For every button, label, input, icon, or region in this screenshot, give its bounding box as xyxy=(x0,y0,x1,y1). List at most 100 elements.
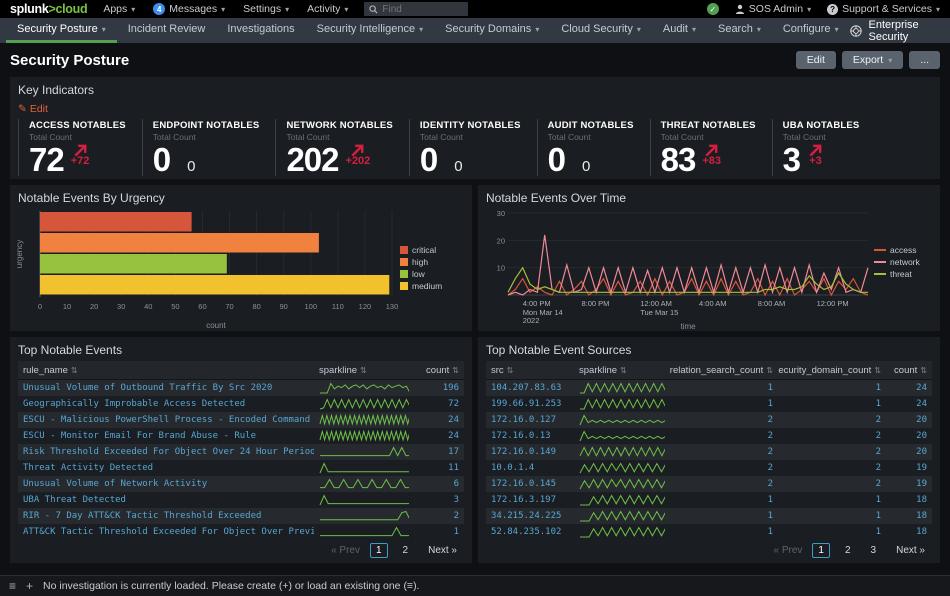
cell-rule-name[interactable]: UBA Threat Detected xyxy=(18,495,314,505)
drilldown-link[interactable]: Unusual Volume of Network Activity xyxy=(23,479,207,489)
cell-rule-name[interactable]: Risk Threshold Exceeded For Object Over … xyxy=(18,447,314,457)
overtime-line-chart[interactable]: 1020304:00 PMMon Mar 1420228:00 PM12:00 … xyxy=(482,207,874,331)
nav-tab-investigations[interactable]: Investigations xyxy=(216,18,305,43)
column-header-rule-name[interactable]: rule_name⇅ xyxy=(18,365,314,376)
drilldown-link[interactable]: ATT&CK Tactic Threshold Exceeded For Obj… xyxy=(23,527,314,537)
pager-next[interactable]: Next » xyxy=(423,544,462,557)
drilldown-link[interactable]: ESCU - Malicious PowerShell Process - En… xyxy=(23,415,314,425)
pager-page-3[interactable]: 3 xyxy=(866,544,882,557)
cell-src[interactable]: 172.16.3.197 xyxy=(486,495,574,505)
drilldown-link[interactable]: Unusual Volume of Outbound Traffic By Sr… xyxy=(23,383,272,393)
pager-page-1[interactable]: 1 xyxy=(812,543,830,558)
find-search[interactable] xyxy=(364,2,468,16)
column-header-count[interactable]: count⇅ xyxy=(414,365,464,376)
health-status-icon[interactable]: ✓ xyxy=(707,3,719,15)
cell-rule-name[interactable]: ATT&CK Tactic Threshold Exceeded For Obj… xyxy=(18,527,314,537)
cell-rule-name[interactable]: ESCU - Malicious PowerShell Process - En… xyxy=(18,415,314,425)
cell-value: 20 xyxy=(916,447,927,457)
cell-rule-name[interactable]: ESCU - Monitor Email For Brand Abuse - R… xyxy=(18,431,314,441)
cell-src[interactable]: 172.16.0.127 xyxy=(486,415,574,425)
topbar-menu-activity[interactable]: Activity▾ xyxy=(307,3,348,15)
topbar-menu-settings[interactable]: Settings▾ xyxy=(243,3,289,15)
nav-tab-security-intelligence[interactable]: Security Intelligence▾ xyxy=(306,18,434,43)
cell-rule-name[interactable]: Geographically Improbable Access Detecte… xyxy=(18,399,314,409)
pager-next[interactable]: Next » xyxy=(891,544,930,557)
sparkline-chart xyxy=(579,478,665,490)
pager-prev[interactable]: « Prev xyxy=(331,545,360,556)
add-investigation-icon[interactable]: + xyxy=(26,579,33,593)
cell-count: 20 xyxy=(886,415,932,425)
nav-tab-incident-review[interactable]: Incident Review xyxy=(117,18,217,43)
drilldown-link[interactable]: Geographically Improbable Access Detecte… xyxy=(23,399,245,409)
investigations-list-icon[interactable]: ≡ xyxy=(9,579,16,593)
drilldown-link[interactable]: UBA Threat Detected xyxy=(23,495,126,505)
cell-correlation-search-count: 2 xyxy=(670,463,778,473)
cell-src[interactable]: 104.207.83.63 xyxy=(486,383,574,393)
cell-rule-name[interactable]: Unusual Volume of Outbound Traffic By Sr… xyxy=(18,383,314,393)
column-header-correlation-search-count[interactable]: correlation_search_count⇅ xyxy=(670,365,778,376)
nav-tab-security-posture[interactable]: Security Posture▾ xyxy=(6,18,117,43)
drilldown-link[interactable]: RIR - 7 Day ATT&CK Tactic Threshold Exce… xyxy=(23,511,261,521)
cell-value: 20 xyxy=(916,415,927,425)
cell-src[interactable]: 34.215.24.225 xyxy=(486,511,574,521)
cell-value: 2 xyxy=(768,431,773,441)
column-header-count[interactable]: count⇅ xyxy=(886,365,932,376)
pager-page-2[interactable]: 2 xyxy=(398,544,414,557)
column-header-security-domain-count[interactable]: security_domain_count⇅ xyxy=(778,365,886,376)
nav-tab-audit[interactable]: Audit▾ xyxy=(652,18,707,43)
user-menu[interactable]: SOS Admin▾ xyxy=(735,3,811,15)
svg-text:8:00 AM: 8:00 AM xyxy=(758,299,786,308)
topbar-menu-messages[interactable]: 4Messages▾ xyxy=(153,3,225,15)
drilldown-link[interactable]: 34.215.24.225 xyxy=(491,511,561,521)
pager-page-1[interactable]: 1 xyxy=(370,543,388,558)
cell-rule-name[interactable]: Unusual Volume of Network Activity xyxy=(18,479,314,489)
drilldown-link[interactable]: 172.16.3.197 xyxy=(491,495,556,505)
edit-button[interactable]: Edit xyxy=(796,51,836,69)
drilldown-link[interactable]: Threat Activity Detected xyxy=(23,463,153,473)
cell-src[interactable]: 172.16.0.13 xyxy=(486,431,574,441)
column-header-sparkline[interactable]: sparkline⇅ xyxy=(574,365,670,376)
cell-src[interactable]: 172.16.0.145 xyxy=(486,479,574,489)
cell-value: 1 xyxy=(454,527,459,537)
nav-tab-configure[interactable]: Configure▾ xyxy=(772,18,850,43)
drilldown-link[interactable]: 172.16.0.13 xyxy=(491,431,551,441)
topbar-menu-apps[interactable]: Apps▾ xyxy=(103,3,135,15)
drilldown-link[interactable]: 10.0.1.4 xyxy=(491,463,534,473)
splunk-logo[interactable]: splunk>cloud xyxy=(10,2,87,16)
cell-src[interactable]: 52.84.235.102 xyxy=(486,527,574,537)
urgency-bar-chart[interactable]: 0102030405060708090100110120130counturge… xyxy=(14,207,400,331)
find-input[interactable] xyxy=(382,4,462,15)
export-button[interactable]: Export▾ xyxy=(842,51,903,69)
cell-value: 196 xyxy=(443,383,459,393)
drilldown-link[interactable]: 104.207.83.63 xyxy=(491,383,561,393)
pager-page-2[interactable]: 2 xyxy=(840,544,856,557)
pager-prev[interactable]: « Prev xyxy=(774,545,803,556)
cell-src[interactable]: 10.0.1.4 xyxy=(486,463,574,473)
drilldown-link[interactable]: 52.84.235.102 xyxy=(491,527,561,537)
drilldown-link[interactable]: 172.16.0.145 xyxy=(491,479,556,489)
cell-rule-name[interactable]: RIR - 7 Day ATT&CK Tactic Threshold Exce… xyxy=(18,511,314,521)
support-menu[interactable]: ? Support & Services▾ xyxy=(827,3,940,15)
drilldown-link[interactable]: 199.66.91.253 xyxy=(491,399,561,409)
cell-sparkline xyxy=(574,494,670,506)
nav-tab-security-domains[interactable]: Security Domains▾ xyxy=(434,18,550,43)
more-button[interactable]: ... xyxy=(909,51,940,69)
cell-src[interactable]: 199.66.91.253 xyxy=(486,399,574,409)
drilldown-link[interactable]: Risk Threshold Exceeded For Object Over … xyxy=(23,447,314,457)
page-title: Security Posture xyxy=(10,52,129,69)
cell-src[interactable]: 172.16.0.149 xyxy=(486,447,574,457)
nav-tab-cloud-security[interactable]: Cloud Security▾ xyxy=(550,18,652,43)
overtime-panel-title: Notable Events Over Time xyxy=(478,185,940,207)
app-badge[interactable]: Enterprise Security xyxy=(850,18,950,43)
drilldown-link[interactable]: 172.16.0.127 xyxy=(491,415,556,425)
drilldown-link[interactable]: 172.16.0.149 xyxy=(491,447,556,457)
kpi-trend-up: +202 xyxy=(346,143,371,167)
column-header-sparkline[interactable]: sparkline⇅ xyxy=(314,365,414,376)
legend-label: medium xyxy=(412,281,442,291)
cell-rule-name[interactable]: Threat Activity Detected xyxy=(18,463,314,473)
edit-key-indicators-link[interactable]: ✎Edit xyxy=(10,101,56,117)
drilldown-link[interactable]: ESCU - Monitor Email For Brand Abuse - R… xyxy=(23,431,256,441)
cell-value: 18 xyxy=(916,527,927,537)
nav-tab-search[interactable]: Search▾ xyxy=(707,18,772,43)
column-header-src[interactable]: src⇅ xyxy=(486,365,574,376)
